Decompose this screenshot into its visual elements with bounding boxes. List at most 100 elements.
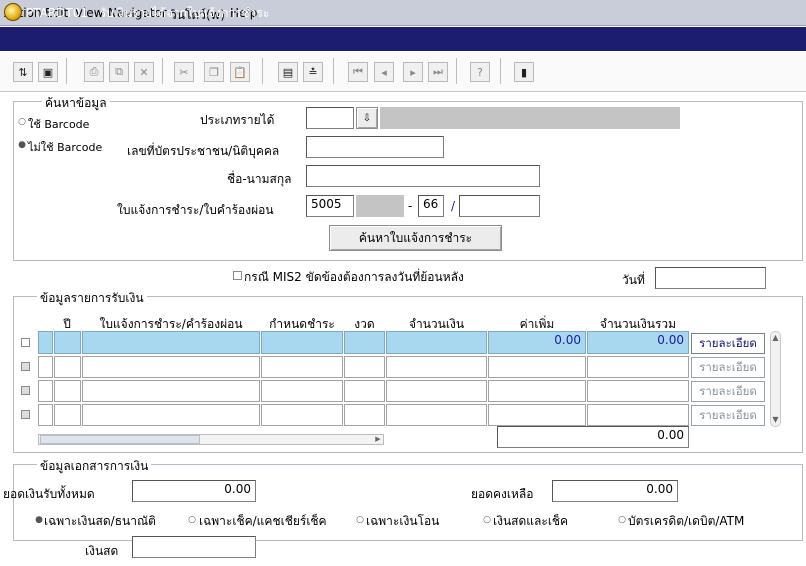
row-select-checkbox[interactable]	[21, 410, 30, 419]
row-indicator	[38, 356, 53, 378]
radio-barcode-label: ใช้ Barcode	[28, 118, 90, 131]
cell-surcharge[interactable]	[488, 356, 586, 378]
row-select-checkbox[interactable]	[21, 338, 30, 347]
row-select-checkbox[interactable]	[21, 362, 30, 371]
toolbar-separator	[456, 58, 457, 84]
cell-invoice[interactable]	[82, 331, 260, 354]
horizontal-scroll-thumb[interactable]	[40, 435, 200, 444]
invoice-dash: -	[408, 199, 413, 213]
cell-due[interactable]	[261, 380, 343, 402]
cell-due[interactable]	[261, 331, 343, 354]
cell-total[interactable]: 0.00	[587, 331, 689, 354]
cell-installment[interactable]	[344, 331, 385, 354]
paste-icon[interactable]: 📋	[230, 62, 250, 82]
cash-field[interactable]	[132, 536, 256, 558]
balance-label: ยอดคงเหลือ	[471, 487, 534, 501]
detail-button[interactable]: รายละเอียด	[691, 405, 765, 426]
cell-amount[interactable]	[386, 331, 487, 354]
id-number-field[interactable]	[306, 136, 444, 158]
detail-button[interactable]: รายละเอียด	[691, 333, 765, 354]
toolbar-separator	[66, 58, 67, 84]
cell-total[interactable]	[587, 404, 689, 426]
last-record-icon[interactable]: ⏭	[428, 62, 448, 82]
print-icon[interactable]: ⎙	[84, 62, 104, 82]
first-record-icon[interactable]: ⏮	[348, 62, 368, 82]
cell-year[interactable]	[54, 380, 81, 402]
mis2-checkbox[interactable]	[233, 271, 242, 280]
radio-transfer[interactable]: ○	[355, 515, 365, 525]
copy-record-icon[interactable]: ⧉	[109, 62, 129, 82]
cell-amount[interactable]	[386, 380, 487, 402]
exit-icon[interactable]: ▮	[514, 62, 534, 82]
cell-amount[interactable]	[386, 356, 487, 378]
income-type-label: ประเภทรายได้	[200, 113, 275, 127]
cell-installment[interactable]	[344, 404, 385, 426]
radio-card[interactable]: ○	[617, 515, 627, 525]
cell-total[interactable]	[587, 356, 689, 378]
cell-installment[interactable]	[344, 380, 385, 402]
toolbar-separator	[500, 58, 501, 84]
radio-cheque-label: เฉพาะเช็ค/แคชเชียร์เช็ค	[199, 514, 327, 528]
cell-due[interactable]	[261, 404, 343, 426]
invoice-year-field[interactable]: 66	[418, 195, 444, 217]
cell-invoice[interactable]	[82, 356, 260, 378]
toolbar-separator	[262, 58, 263, 84]
income-type-code-field[interactable]	[306, 107, 354, 129]
detail-button[interactable]: รายละเอียด	[691, 357, 765, 378]
invoice-label: ใบแจ้งการชำระ/ใบคำร้องผ่อน	[117, 203, 274, 217]
save-icon[interactable]: ▣	[38, 62, 58, 82]
mis2-label: กรณี MIS2 ขัดข้องต้องการลงวันที่ย้อนหลัง	[244, 270, 464, 284]
radio-cash-and-cheque-label: เงินสดและเช็ค	[493, 514, 569, 528]
help-icon[interactable]: ?	[470, 62, 490, 82]
radio-no-barcode-label: ไม่ใช้ Barcode	[28, 141, 103, 154]
income-type-lov-button[interactable]: ⇩	[356, 107, 378, 129]
invoice-prefix-field[interactable]: 5005	[306, 195, 354, 217]
row-indicator	[38, 331, 53, 354]
total-received-field: 0.00	[132, 480, 256, 502]
cell-invoice[interactable]	[82, 404, 260, 426]
copy-icon[interactable]: ❐	[204, 62, 224, 82]
invoice-number-field[interactable]	[459, 195, 540, 217]
radio-transfer-label: เฉพาะเงินโอน	[366, 514, 440, 528]
search-invoice-button[interactable]: ค้นหาใบแจ้งการชำระ	[329, 225, 502, 251]
window-title: PTARDT01 : รับเงินรายได้จากใบแจ้งการชำระ	[26, 6, 270, 20]
invoice-code-field	[356, 195, 404, 217]
clear-icon[interactable]: ✕	[134, 62, 154, 82]
cell-invoice[interactable]	[82, 380, 260, 402]
radio-no-barcode[interactable]: ●	[17, 140, 27, 150]
cell-year[interactable]	[54, 356, 81, 378]
name-field[interactable]	[306, 165, 540, 187]
cell-surcharge[interactable]	[488, 380, 586, 402]
open-icon[interactable]: ⇅	[13, 62, 33, 82]
date-label: วันที่	[622, 273, 645, 287]
cell-surcharge[interactable]	[488, 404, 586, 426]
cell-due[interactable]	[261, 356, 343, 378]
radio-cheque[interactable]: ○	[187, 515, 197, 525]
cell-amount[interactable]	[386, 404, 487, 426]
rows-vertical-scrollbar[interactable]	[770, 331, 781, 427]
scroll-down-icon[interactable]: ▼	[771, 415, 780, 425]
detail-button[interactable]: รายละเอียด	[691, 381, 765, 402]
radio-barcode[interactable]: ○	[17, 117, 27, 127]
execute-query-icon[interactable]: ≛	[303, 62, 323, 82]
toolbar-separator	[333, 58, 334, 84]
next-record-icon[interactable]: ▸	[403, 62, 423, 82]
scroll-right-icon[interactable]: ▶	[373, 434, 383, 445]
radio-cash-and-cheque[interactable]: ○	[482, 515, 492, 525]
prev-record-icon[interactable]: ◂	[374, 62, 394, 82]
cell-surcharge[interactable]: 0.00	[488, 331, 586, 354]
cell-year[interactable]	[54, 331, 81, 354]
row-select-checkbox[interactable]	[21, 386, 30, 395]
cell-total[interactable]	[587, 380, 689, 402]
cell-installment[interactable]	[344, 356, 385, 378]
date-field[interactable]	[655, 267, 766, 289]
radio-cash-label: เฉพาะเงินสด/ธนาณัติ	[44, 514, 156, 528]
cut-icon[interactable]: ✂	[174, 62, 194, 82]
scroll-up-icon[interactable]: ▲	[771, 333, 780, 343]
radio-cash[interactable]: ●	[34, 515, 44, 525]
cell-year[interactable]	[54, 404, 81, 426]
search-frame-title: ค้นหาข้อมูล	[42, 94, 110, 113]
income-type-name-field	[380, 107, 680, 129]
query-icon[interactable]: ▤	[278, 62, 298, 82]
grand-total-field: 0.00	[497, 426, 689, 448]
